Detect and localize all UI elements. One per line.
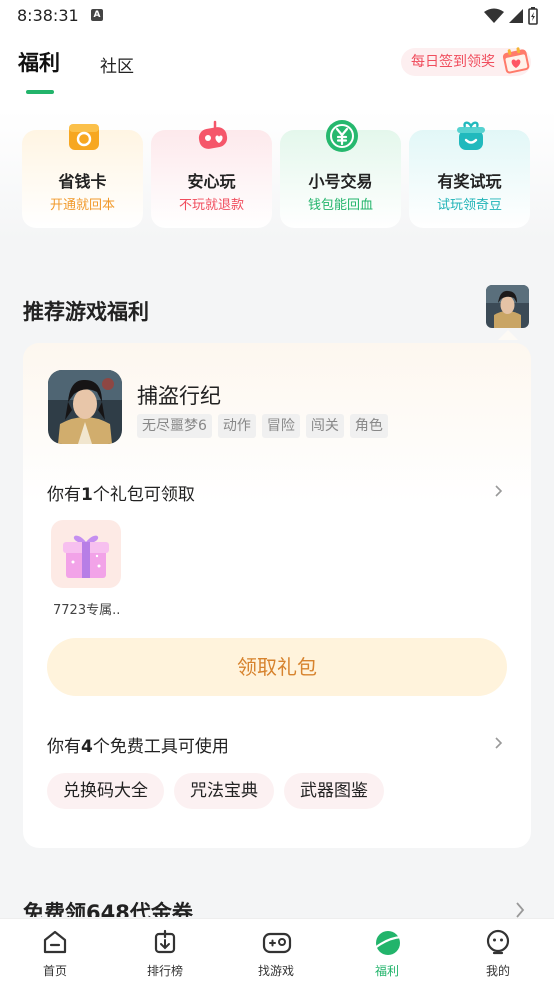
feature-safe-play-card[interactable]: 安心玩 不玩就退款 <box>151 120 272 228</box>
wifi-icon <box>484 8 504 23</box>
game-icon[interactable] <box>48 370 122 444</box>
feature-account-trade-card[interactable]: 小号交易 钱包能回血 <box>280 120 401 228</box>
nav-label: 我的 <box>485 964 510 978</box>
tool-weapon-atlas[interactable]: 武器图鉴 <box>284 773 384 809</box>
tool-redeem-codes[interactable]: 兑换码大全 <box>47 773 164 809</box>
tool-count-row[interactable]: 你有4个免费工具可使用 <box>47 732 229 757</box>
game-name[interactable]: 捕盗行纪 <box>137 380 221 410</box>
notification-a-icon: A <box>91 9 103 21</box>
game-tag: 无尽噩梦6 <box>137 414 212 438</box>
section-title: 推荐游戏福利 <box>23 300 149 324</box>
calendar-heart-icon[interactable] <box>500 44 532 76</box>
feature-title: 有奖试玩 <box>437 172 502 191</box>
gift-count: 1 <box>81 485 93 505</box>
coin-card-icon <box>69 124 99 150</box>
feature-title: 省钱卡 <box>58 172 107 191</box>
chevron-right-icon[interactable] <box>493 737 505 749</box>
recommend-welfare-card: 捕盗行纪 无尽噩梦6 动作 冒险 闯关 角色 你有1个礼包可领取 7723专属.… <box>23 343 531 848</box>
gift-prefix: 你有 <box>47 485 81 505</box>
tool-prefix: 你有 <box>47 737 81 757</box>
battery-icon <box>528 7 538 25</box>
feature-subtitle: 试玩领奇豆 <box>436 198 502 213</box>
home-icon <box>43 930 67 954</box>
status-icons <box>484 7 538 25</box>
game-tag: 角色 <box>349 414 388 438</box>
nav-label: 福利 <box>374 964 399 978</box>
nav-ranking[interactable]: 排行榜 <box>110 919 220 984</box>
tool-list: 兑换码大全 咒法宝典 武器图鉴 <box>47 773 384 809</box>
game-tag: 闯关 <box>305 414 344 438</box>
gift-count-row[interactable]: 你有1个礼包可领取 <box>47 480 195 505</box>
feature-cards: 省钱卡 开通就回本 安心玩 不玩就退款 小号交易 钱包能回血 有奖试玩 试玩领奇… <box>22 120 532 228</box>
next-section-title: 免费领648代金券 <box>23 901 193 917</box>
tool-spell-guide[interactable]: 咒法宝典 <box>174 773 274 809</box>
nav-find-game[interactable]: 找游戏 <box>221 919 331 984</box>
tool-suffix: 个免费工具可使用 <box>92 737 229 757</box>
nav-welfare[interactable]: 福利 <box>332 919 442 984</box>
gamepad-heart-icon <box>198 120 228 149</box>
gift-pot-icon <box>457 121 485 150</box>
nav-label: 排行榜 <box>146 964 183 978</box>
nav-label: 首页 <box>42 964 67 978</box>
game-thumbnail-selected[interactable] <box>486 285 529 328</box>
feature-subtitle: 不玩就退款 <box>178 198 244 213</box>
nav-label: 找游戏 <box>257 964 294 978</box>
tab-welfare[interactable]: 福利 <box>18 47 60 77</box>
feature-subtitle: 钱包能回血 <box>307 198 373 213</box>
gift-pack-label: 7723专属.. <box>53 603 121 618</box>
feature-savings-card[interactable]: 省钱卡 开通就回本 <box>22 124 143 228</box>
find-game-icon <box>262 932 292 954</box>
daily-signin-label: 每日签到领奖 <box>411 54 495 70</box>
gift-suffix: 个礼包可领取 <box>92 485 195 505</box>
gift-pack-item[interactable] <box>51 520 121 588</box>
feature-trial-play-card[interactable]: 有奖试玩 试玩领奇豆 <box>409 121 530 228</box>
status-bar: 8:38:31 A <box>0 0 554 32</box>
profile-face-icon <box>486 929 510 955</box>
gift-box-icon <box>63 535 109 578</box>
ranking-icon <box>154 929 176 954</box>
feature-subtitle: 开通就回本 <box>49 198 115 213</box>
nav-home[interactable]: 首页 <box>0 919 110 984</box>
tab-active-indicator <box>26 90 54 94</box>
tab-community[interactable]: 社区 <box>100 52 134 77</box>
feature-title: 安心玩 <box>187 172 236 191</box>
tool-count: 4 <box>81 737 93 757</box>
chevron-right-icon[interactable] <box>514 902 526 918</box>
bottom-nav: 首页 排行榜 找游戏 福利 我的 <box>0 918 554 984</box>
game-tag: 动作 <box>217 414 256 438</box>
game-tags: 无尽噩梦6 动作 冒险 闯关 角色 <box>137 414 388 438</box>
yen-cycle-icon <box>326 120 358 152</box>
signal-icon <box>509 9 523 23</box>
feature-title: 小号交易 <box>308 172 373 191</box>
welfare-planet-icon <box>373 931 403 955</box>
chevron-right-icon[interactable] <box>493 485 505 497</box>
thumbnail-pointer <box>498 330 518 340</box>
game-tag: 冒险 <box>261 414 300 438</box>
claim-gift-button[interactable]: 领取礼包 <box>47 638 507 696</box>
status-time: 8:38:31 <box>17 6 79 25</box>
nav-profile[interactable]: 我的 <box>443 919 553 984</box>
